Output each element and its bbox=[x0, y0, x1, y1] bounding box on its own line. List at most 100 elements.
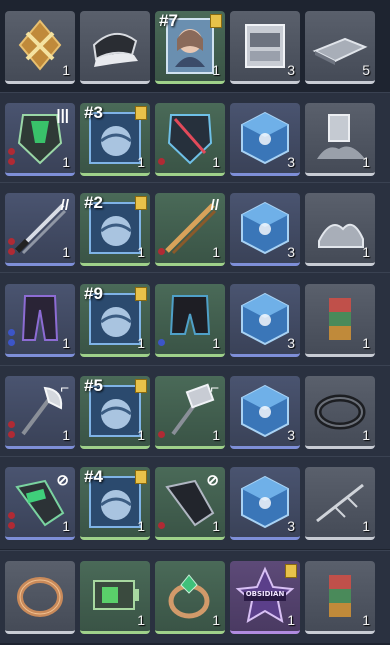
socket-dots bbox=[8, 418, 16, 438]
item-tag: #5 bbox=[84, 376, 103, 395]
item-slot[interactable]: #5 1 bbox=[80, 376, 150, 449]
socket-dots bbox=[158, 245, 166, 255]
lock-icon bbox=[135, 470, 147, 484]
item-count: 3 bbox=[287, 335, 295, 351]
item-count: 1 bbox=[212, 335, 220, 351]
item-slot[interactable]: ⊘ 1 bbox=[5, 467, 75, 540]
item-count: 1 bbox=[212, 612, 220, 628]
item-count: 1 bbox=[212, 244, 220, 260]
item-count: 1 bbox=[137, 154, 145, 170]
item-slot[interactable]: ⌐ 1 bbox=[155, 376, 225, 449]
item-count: 1 bbox=[362, 244, 370, 260]
item-count: 1 bbox=[62, 244, 70, 260]
item-count: 3 bbox=[287, 244, 295, 260]
item-count: 1 bbox=[62, 335, 70, 351]
item-slot[interactable]: 1 bbox=[305, 284, 375, 357]
item-count: 1 bbox=[362, 518, 370, 534]
copper-ring-icon bbox=[17, 577, 63, 617]
inventory-row: 1 1 OBSIDIAN 1 1 bbox=[0, 556, 390, 639]
item-count: 3 bbox=[287, 62, 295, 78]
lock-icon bbox=[135, 106, 147, 120]
item-count: 1 bbox=[212, 154, 220, 170]
item-count: 1 bbox=[362, 335, 370, 351]
item-slot[interactable]: // 1 bbox=[5, 193, 75, 266]
item-count: 1 bbox=[137, 244, 145, 260]
item-slot[interactable]: ⊘ 1 bbox=[155, 467, 225, 540]
socket-dots bbox=[158, 519, 166, 529]
item-count: 1 bbox=[62, 154, 70, 170]
socket-dots bbox=[8, 509, 16, 529]
item-slot[interactable]: 1 bbox=[305, 376, 375, 449]
lock-icon bbox=[285, 564, 297, 578]
item-slot[interactable]: // 1 bbox=[155, 193, 225, 266]
socket-dots bbox=[8, 326, 16, 346]
item-count: 3 bbox=[287, 427, 295, 443]
item-slot[interactable]: #4 1 bbox=[80, 467, 150, 540]
item-slot[interactable]: 3 bbox=[230, 103, 300, 176]
item-slot[interactable]: ⌐ 1 bbox=[5, 376, 75, 449]
item-slot[interactable]: OBSIDIAN 1 bbox=[230, 561, 300, 634]
inventory-row: ⌐ 1 #5 1 ⌐ 1 3 1 bbox=[0, 371, 390, 454]
socket-dots bbox=[8, 235, 16, 255]
inventory-grid: 1 #7 1 3 5 ||| 1 #3 1 1 3 1 // 1 #2 1 //… bbox=[0, 0, 390, 645]
item-count: 1 bbox=[137, 335, 145, 351]
item-count: 1 bbox=[212, 518, 220, 534]
flag-icon: ⌐ bbox=[210, 380, 219, 397]
item-slot[interactable] bbox=[5, 561, 75, 634]
inventory-row: ⊘ 1 #4 1 ⊘ 1 3 1 bbox=[0, 462, 390, 545]
item-slot[interactable]: 1 bbox=[155, 284, 225, 357]
item-slot[interactable]: 3 bbox=[230, 467, 300, 540]
emblem-text: OBSIDIAN bbox=[245, 590, 285, 598]
item-slot[interactable]: 5 bbox=[305, 11, 375, 84]
item-count: 3 bbox=[287, 518, 295, 534]
item-count: 1 bbox=[212, 62, 220, 78]
item-count: 3 bbox=[287, 154, 295, 170]
item-slot[interactable]: 1 bbox=[305, 103, 375, 176]
item-slot[interactable]: 1 bbox=[305, 467, 375, 540]
flag-icon: ⌐ bbox=[60, 380, 69, 397]
item-slot[interactable]: #9 1 bbox=[80, 284, 150, 357]
socket-dots bbox=[158, 428, 166, 438]
item-slot[interactable]: 1 bbox=[155, 103, 225, 176]
item-count: 1 bbox=[212, 427, 220, 443]
item-slot[interactable]: 3 bbox=[230, 193, 300, 266]
lock-icon bbox=[135, 287, 147, 301]
bars-icon: ||| bbox=[56, 107, 69, 124]
inventory-row: 1 #7 1 3 5 bbox=[0, 6, 390, 89]
item-slot[interactable]: #3 1 bbox=[80, 103, 150, 176]
item-tag: #7 bbox=[159, 11, 178, 30]
item-slot[interactable]: 3 bbox=[230, 284, 300, 357]
item-count: 1 bbox=[62, 518, 70, 534]
item-count: 1 bbox=[362, 427, 370, 443]
item-count: 1 bbox=[62, 427, 70, 443]
item-slot[interactable] bbox=[80, 11, 150, 84]
item-slot[interactable]: #7 1 bbox=[155, 11, 225, 84]
item-slot[interactable]: 1 bbox=[80, 561, 150, 634]
item-slot[interactable]: 1 bbox=[305, 193, 375, 266]
inventory-row: // 1 #2 1 // 1 3 1 bbox=[0, 188, 390, 271]
item-slot[interactable]: #2 1 bbox=[80, 193, 150, 266]
item-count: 5 bbox=[362, 62, 370, 78]
item-slot[interactable]: 3 bbox=[230, 11, 300, 84]
item-count: 1 bbox=[137, 612, 145, 628]
socket-dots bbox=[158, 155, 166, 165]
link-icon: ⊘ bbox=[56, 472, 69, 489]
slash-icon: // bbox=[60, 197, 69, 214]
item-count: 1 bbox=[137, 518, 145, 534]
item-slot[interactable]: 1 bbox=[5, 11, 75, 84]
lock-icon bbox=[135, 379, 147, 393]
item-slot[interactable]: 3 bbox=[230, 376, 300, 449]
inventory-row: 1 #9 1 1 3 1 bbox=[0, 279, 390, 362]
inventory-row: ||| 1 #3 1 1 3 1 bbox=[0, 98, 390, 181]
slash-icon: // bbox=[210, 197, 219, 214]
item-count: 1 bbox=[362, 154, 370, 170]
item-count: 1 bbox=[287, 612, 295, 628]
item-slot[interactable]: 1 bbox=[155, 561, 225, 634]
item-slot[interactable]: 1 bbox=[305, 561, 375, 634]
item-slot[interactable]: 1 bbox=[5, 284, 75, 357]
socket-dots bbox=[8, 145, 16, 165]
item-tag: #4 bbox=[84, 467, 103, 486]
lock-icon bbox=[135, 196, 147, 210]
item-count: 1 bbox=[137, 427, 145, 443]
item-slot[interactable]: ||| 1 bbox=[5, 103, 75, 176]
